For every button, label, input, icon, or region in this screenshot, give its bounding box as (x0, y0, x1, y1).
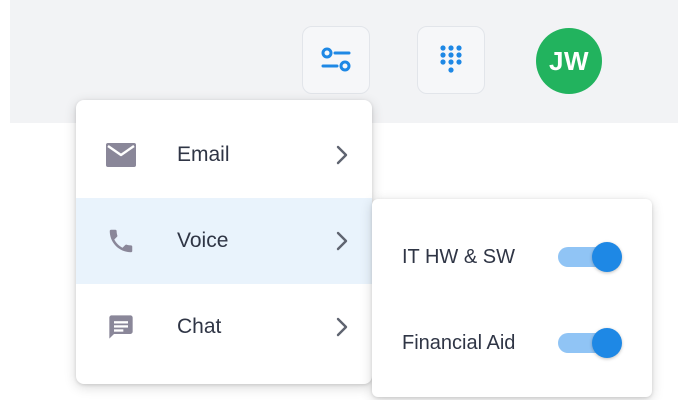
toggle-knob (592, 328, 622, 358)
menu-item-chat[interactable]: Chat (76, 284, 372, 370)
menu-item-label: Voice (177, 229, 229, 252)
queue-label: Financial Aid (402, 331, 516, 354)
queue-item-it-hw-sw: IT HW & SW (372, 232, 652, 282)
dialpad-icon (440, 45, 462, 73)
avatar-initials: JW (549, 45, 589, 76)
filters-button[interactable] (302, 26, 370, 94)
menu-item-label: Email (177, 143, 230, 166)
phone-icon (106, 226, 136, 256)
menu-item-voice[interactable]: Voice (76, 198, 372, 284)
menu-item-email[interactable]: Email (76, 112, 372, 198)
filter-sliders-icon (321, 47, 351, 72)
queue-toggle-financial-aid[interactable] (558, 328, 624, 358)
queue-item-financial-aid: Financial Aid (372, 318, 652, 368)
mail-icon (106, 140, 136, 170)
chat-icon (106, 312, 136, 342)
menu-item-label: Chat (177, 315, 222, 338)
voice-submenu: IT HW & SW Financial Aid (372, 199, 652, 397)
toggle-knob (592, 242, 622, 272)
channel-menu: Email Voice Chat (76, 100, 372, 384)
dialpad-button[interactable] (417, 26, 485, 94)
queue-label: IT HW & SW (402, 245, 515, 268)
chevron-right-icon (334, 316, 350, 338)
user-avatar[interactable]: JW (536, 28, 602, 94)
chevron-right-icon (334, 230, 350, 252)
screen: JW Email Voice Chat IT HW & SW Financial… (0, 0, 678, 400)
queue-toggle-it-hw-sw[interactable] (558, 242, 624, 272)
chevron-right-icon (334, 144, 350, 166)
